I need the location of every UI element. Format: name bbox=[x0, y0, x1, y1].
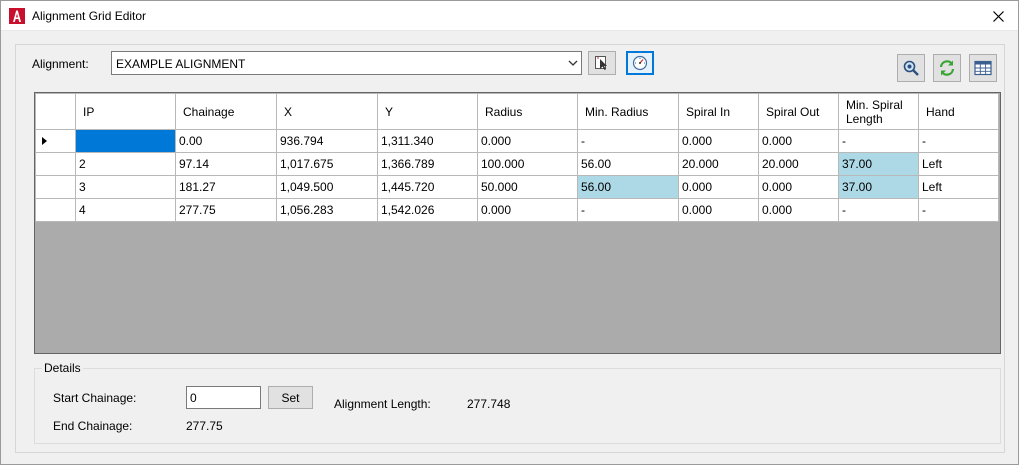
row-header[interactable] bbox=[35, 152, 76, 176]
row-header[interactable] bbox=[35, 175, 76, 199]
cell-hand[interactable]: Left bbox=[918, 152, 999, 176]
cell-spiral-in[interactable]: 0.000 bbox=[678, 175, 759, 199]
table-row[interactable]: 1 0.00 936.794 1,311.340 0.000-0.000 0.000- - bbox=[35, 129, 999, 153]
alignment-length-label: Alignment Length: bbox=[334, 397, 431, 411]
cell-spiral-in[interactable]: 0.000 bbox=[678, 198, 759, 222]
cell-x[interactable]: 1,017.675 bbox=[276, 152, 378, 176]
column-header-min-spiral-length[interactable]: Min. Spiral Length bbox=[838, 93, 919, 130]
row-header[interactable] bbox=[35, 198, 76, 222]
cell-y[interactable]: 1,311.340 bbox=[377, 129, 478, 153]
column-header-ip[interactable]: IP bbox=[75, 93, 176, 130]
current-row-arrow-icon bbox=[42, 137, 47, 145]
cell-spiral-in[interactable]: 20.000 bbox=[678, 152, 759, 176]
cell-radius[interactable]: 0.000 bbox=[477, 198, 578, 222]
cell-spiral-out[interactable]: 0.000 bbox=[758, 175, 839, 199]
cell-min-spiral-length[interactable]: - bbox=[838, 129, 919, 153]
alignment-selected-value: EXAMPLE ALIGNMENT bbox=[116, 57, 246, 71]
pick-alignment-button[interactable] bbox=[588, 51, 616, 75]
cell-hand[interactable]: - bbox=[918, 198, 999, 222]
cell-min-radius[interactable]: - bbox=[577, 129, 679, 153]
alignment-length-value: 277.748 bbox=[467, 397, 511, 411]
set-button[interactable]: Set bbox=[268, 386, 313, 409]
zoom-button[interactable] bbox=[897, 54, 925, 82]
cell-y[interactable]: 1,445.720 bbox=[377, 175, 478, 199]
alignment-table: IP Chainage X Y Radius Min. Radius Spira… bbox=[35, 93, 999, 222]
cell-ip[interactable]: 1 bbox=[75, 129, 176, 153]
autocad-app-icon bbox=[9, 8, 25, 24]
close-button[interactable] bbox=[978, 1, 1018, 31]
grid-corner-cell bbox=[35, 93, 76, 130]
column-header-x[interactable]: X bbox=[276, 93, 378, 130]
table-icon bbox=[974, 60, 992, 76]
cell-chainage[interactable]: 97.14 bbox=[175, 152, 277, 176]
column-header-min-radius[interactable]: Min. Radius bbox=[577, 93, 679, 130]
table-row[interactable]: 2 97.14 1,017.675 1,366.789 100.000 56.00 20.0… bbox=[35, 152, 999, 176]
alignment-label: Alignment: bbox=[32, 57, 89, 71]
title-bar[interactable]: Alignment Grid Editor bbox=[1, 1, 1018, 31]
cell-x[interactable]: 936.794 bbox=[276, 129, 378, 153]
cell-min-radius[interactable]: - bbox=[577, 198, 679, 222]
cell-spiral-out[interactable]: 0.000 bbox=[758, 198, 839, 222]
cell-x[interactable]: 1,056.283 bbox=[276, 198, 378, 222]
end-chainage-value: 277.75 bbox=[186, 419, 223, 433]
column-header-radius[interactable]: Radius bbox=[477, 93, 578, 130]
cell-y[interactable]: 1,542.026 bbox=[377, 198, 478, 222]
end-chainage-label: End Chainage: bbox=[53, 419, 133, 433]
grid-header-row: IP Chainage X Y Radius Min. Radius Spira… bbox=[35, 93, 999, 130]
design-speed-button[interactable] bbox=[626, 51, 654, 75]
row-header[interactable] bbox=[35, 129, 76, 153]
alignment-dropdown[interactable]: EXAMPLE ALIGNMENT bbox=[111, 51, 582, 75]
refresh-button[interactable] bbox=[933, 54, 961, 82]
cell-ip[interactable]: 2 bbox=[75, 152, 176, 176]
cell-min-spiral-length[interactable]: 37.00 bbox=[838, 175, 919, 199]
cell-radius[interactable]: 0.000 bbox=[477, 129, 578, 153]
cell-ip[interactable]: 3 bbox=[75, 175, 176, 199]
cell-min-radius[interactable]: 56.00 bbox=[577, 175, 679, 199]
column-header-y[interactable]: Y bbox=[377, 93, 478, 130]
details-legend: Details bbox=[42, 361, 83, 375]
column-header-hand[interactable]: Hand bbox=[918, 93, 999, 130]
alignment-grid[interactable]: IP Chainage X Y Radius Min. Radius Spira… bbox=[34, 92, 1001, 354]
cell-spiral-out[interactable]: 20.000 bbox=[758, 152, 839, 176]
cell-radius[interactable]: 50.000 bbox=[477, 175, 578, 199]
close-icon bbox=[992, 10, 1004, 22]
cell-radius[interactable]: 100.000 bbox=[477, 152, 578, 176]
refresh-icon bbox=[939, 60, 955, 76]
start-chainage-field[interactable] bbox=[187, 387, 260, 408]
cell-chainage[interactable]: 277.75 bbox=[175, 198, 277, 222]
start-chainage-input[interactable] bbox=[186, 386, 261, 409]
magnifier-icon bbox=[903, 60, 919, 76]
cell-ip[interactable]: 4 bbox=[75, 198, 176, 222]
table-row[interactable]: 4 277.75 1,056.283 1,542.026 0.000-0.000 0.00… bbox=[35, 198, 999, 222]
cell-spiral-in[interactable]: 0.000 bbox=[678, 129, 759, 153]
cell-min-spiral-length[interactable]: - bbox=[838, 198, 919, 222]
cell-chainage[interactable]: 0.00 bbox=[175, 129, 277, 153]
cell-y[interactable]: 1,366.789 bbox=[377, 152, 478, 176]
alignment-grid-editor-window: Alignment Grid Editor Alignment: EXAMPLE… bbox=[0, 0, 1019, 465]
cell-spiral-out[interactable]: 0.000 bbox=[758, 129, 839, 153]
table-view-button[interactable] bbox=[969, 54, 997, 82]
cell-x[interactable]: 1,049.500 bbox=[276, 175, 378, 199]
pick-cursor-icon bbox=[595, 56, 607, 70]
column-header-spiral-in[interactable]: Spiral In bbox=[678, 93, 759, 130]
cell-hand[interactable]: Left bbox=[918, 175, 999, 199]
main-panel: Alignment: EXAMPLE ALIGNMENT IP Chainage… bbox=[15, 44, 1005, 453]
speedometer-icon bbox=[632, 55, 648, 71]
cell-hand[interactable]: - bbox=[918, 129, 999, 153]
start-chainage-label: Start Chainage: bbox=[53, 391, 137, 405]
column-header-spiral-out[interactable]: Spiral Out bbox=[758, 93, 839, 130]
cell-min-radius[interactable]: 56.00 bbox=[577, 152, 679, 176]
chevron-down-icon bbox=[568, 60, 578, 66]
cell-min-spiral-length[interactable]: 37.00 bbox=[838, 152, 919, 176]
details-group: Details bbox=[34, 361, 1001, 444]
column-header-chainage[interactable]: Chainage bbox=[175, 93, 277, 130]
table-row[interactable]: 3 181.27 1,049.500 1,445.720 50.000 56.00 0.00… bbox=[35, 175, 999, 199]
window-title: Alignment Grid Editor bbox=[32, 9, 147, 23]
cell-chainage[interactable]: 181.27 bbox=[175, 175, 277, 199]
